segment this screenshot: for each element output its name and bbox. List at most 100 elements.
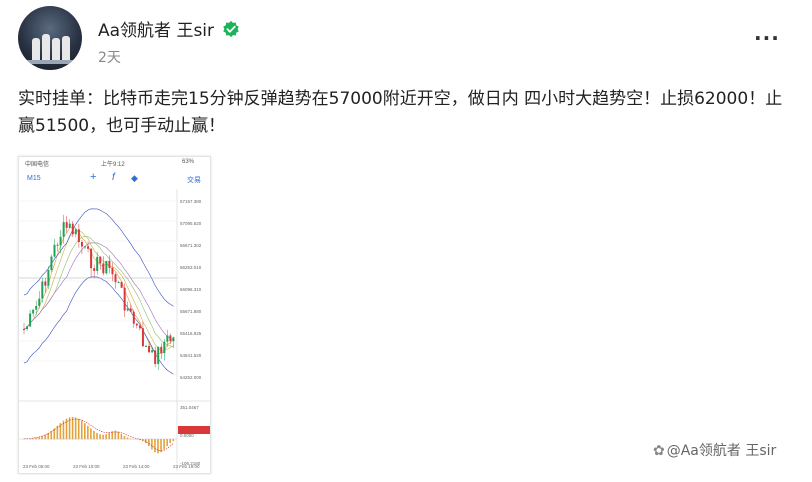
candle bbox=[172, 337, 175, 342]
price-axis-label: 57095.620 bbox=[180, 221, 202, 226]
macd-bar bbox=[108, 432, 110, 440]
status-carrier: 中国电信 bbox=[25, 162, 50, 168]
trade-button[interactable]: 交易 bbox=[187, 175, 201, 185]
candle bbox=[151, 350, 154, 353]
candle bbox=[47, 270, 50, 286]
candle bbox=[135, 323, 138, 326]
avatar[interactable] bbox=[18, 6, 82, 70]
avatar-figure bbox=[32, 38, 40, 60]
candle bbox=[56, 244, 59, 246]
price-axis-label: 56671.302 bbox=[180, 243, 202, 248]
macd-bar bbox=[166, 439, 168, 447]
avatar-figure bbox=[42, 34, 50, 60]
candle bbox=[35, 305, 38, 310]
phone-status-bar: 中国电信 上午9:12 63% bbox=[19, 157, 210, 169]
macd-bar bbox=[172, 439, 175, 442]
macd-bar bbox=[47, 433, 49, 440]
macd-bar bbox=[117, 431, 120, 440]
candle bbox=[93, 268, 96, 271]
macd-axis-label: 351.0467 bbox=[180, 405, 199, 410]
candle bbox=[99, 256, 102, 264]
candle bbox=[138, 325, 141, 329]
macd-bar bbox=[74, 417, 77, 440]
price-axis-label: 56096.310 bbox=[180, 287, 202, 292]
candlestick-chart: 57157.380 57095.620 56671.302 56263.010 5609… bbox=[19, 189, 210, 471]
candle bbox=[80, 242, 83, 247]
candle bbox=[29, 313, 32, 327]
date-axis-label: 23 Feb 06:00 bbox=[23, 464, 50, 469]
post-time: 2天 bbox=[98, 50, 121, 66]
candle bbox=[62, 222, 65, 237]
macd-bar bbox=[93, 430, 95, 440]
status-time: 上午9:12 bbox=[101, 162, 125, 168]
price-axis-label: 56263.010 bbox=[180, 265, 202, 270]
macd-bar bbox=[102, 434, 104, 440]
candle bbox=[169, 335, 172, 342]
macd-bar bbox=[90, 428, 92, 440]
price-axis-label: 54841.520 bbox=[180, 353, 202, 358]
candle bbox=[96, 256, 99, 271]
candle bbox=[105, 260, 108, 274]
candle bbox=[71, 223, 74, 235]
post-text: 实时挂单：比特币走完15分钟反弹趋势在57000附近开空，做日内 四小时大趋势空… bbox=[18, 89, 783, 136]
candle bbox=[77, 229, 80, 243]
price-axis-label: 55671.880 bbox=[180, 309, 202, 314]
chart-screenshot[interactable]: 中国电信 上午9:12 63% M15 + f ◆ 交易 57157.380 57… bbox=[18, 156, 211, 474]
candle bbox=[148, 345, 151, 353]
more-options-icon[interactable]: ··· bbox=[754, 26, 780, 50]
macd-bar bbox=[169, 439, 171, 444]
crosshair-icon[interactable]: + bbox=[90, 171, 96, 183]
candle bbox=[154, 350, 157, 364]
avatar-figure bbox=[62, 36, 70, 60]
price-axis-label: 54252.000 bbox=[180, 375, 202, 380]
verified-badge-icon bbox=[223, 20, 239, 37]
macd-bar bbox=[96, 432, 98, 440]
date-axis-label: 23 Feb 14:00 bbox=[123, 464, 150, 469]
candle bbox=[26, 326, 29, 330]
candle bbox=[123, 287, 126, 311]
macd-bar bbox=[163, 439, 165, 450]
watermark-icon: ✿ bbox=[653, 443, 665, 459]
macd-bar bbox=[44, 434, 46, 440]
candle bbox=[166, 335, 169, 342]
status-battery: 63% bbox=[182, 159, 195, 165]
watermark: ✿ @Aa领航者 王sir bbox=[653, 440, 776, 460]
author-name[interactable]: Aa领航者 王sir bbox=[98, 16, 214, 41]
macd-bar bbox=[68, 417, 71, 440]
candle bbox=[68, 223, 71, 228]
macd-bar bbox=[160, 439, 162, 453]
candle bbox=[44, 281, 47, 286]
macd-bar bbox=[105, 434, 107, 440]
candle bbox=[160, 346, 163, 354]
macd-bar bbox=[148, 439, 150, 447]
candle bbox=[145, 345, 147, 347]
candle bbox=[129, 308, 132, 312]
macd-bar bbox=[154, 439, 156, 453]
macd-bar bbox=[151, 439, 153, 450]
timeframe-label[interactable]: M15 bbox=[27, 175, 41, 182]
candle bbox=[108, 260, 111, 268]
macd-bar bbox=[120, 433, 123, 440]
date-axis-label: 23 Feb 10:00 bbox=[73, 464, 100, 469]
candle bbox=[59, 236, 62, 246]
macd-bar bbox=[84, 423, 86, 440]
candle bbox=[87, 246, 90, 249]
candle bbox=[90, 248, 93, 269]
objects-icon[interactable]: ◆ bbox=[131, 173, 138, 184]
macd-bar bbox=[77, 418, 80, 440]
watermark-text: @Aa领航者 王sir bbox=[666, 443, 777, 459]
avatar-figure bbox=[52, 38, 60, 60]
candle bbox=[117, 282, 120, 284]
macd-bar bbox=[157, 439, 159, 454]
price-axis-label: 55416.825 bbox=[180, 331, 202, 336]
candle bbox=[120, 282, 123, 288]
candle bbox=[157, 346, 160, 364]
candle bbox=[74, 229, 77, 235]
candle bbox=[38, 298, 41, 306]
macd-axis-label: 0.0000 bbox=[180, 433, 194, 438]
candle bbox=[102, 263, 105, 274]
indicator-icon[interactable]: f bbox=[112, 172, 115, 183]
candle bbox=[126, 308, 129, 311]
candle bbox=[41, 281, 44, 299]
macd-bar bbox=[87, 425, 89, 440]
